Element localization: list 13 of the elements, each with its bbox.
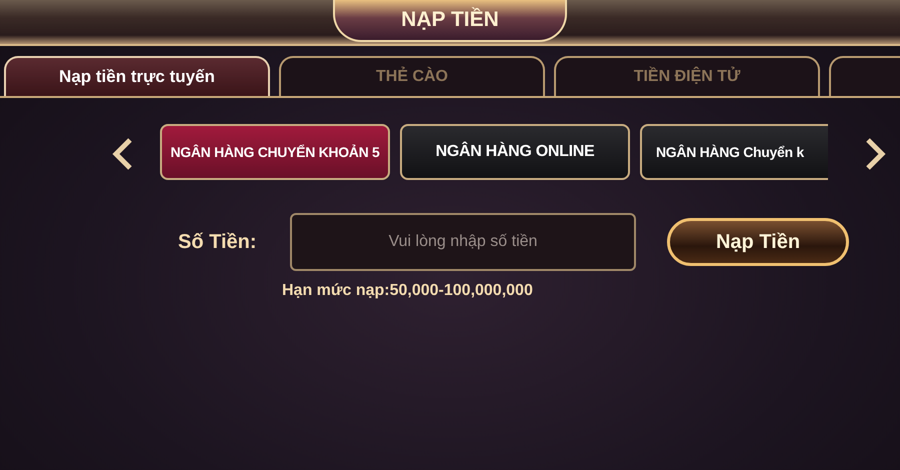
panel-title: NẠP TIỀN	[333, 0, 567, 42]
tab[interactable]: Nạp tiền trực tuyến	[4, 56, 270, 96]
bank-option[interactable]: NGÂN HÀNG Chuyển k	[640, 124, 828, 180]
amount-label: Số Tiền:	[178, 230, 258, 254]
deposit-button[interactable]: Nạp Tiền	[667, 218, 849, 266]
tab[interactable]: THẺ CÀO	[279, 56, 545, 96]
limit-text: Hạn mức nạp:50,000-100,000,000	[282, 282, 534, 300]
left-chevron-icon[interactable]	[112, 138, 134, 170]
bank-option[interactable]: NGÂN HÀNG CHUYỂN KHOẢN 5	[160, 124, 390, 180]
tab[interactable]: TIỀN ĐIỆN TỬ	[554, 56, 820, 96]
bank-option[interactable]: NGÂN HÀNG ONLINE	[400, 124, 630, 180]
right-chevron-icon[interactable]	[864, 138, 886, 170]
amount-field[interactable]: Vui lòng nhập số tiền	[290, 213, 636, 271]
